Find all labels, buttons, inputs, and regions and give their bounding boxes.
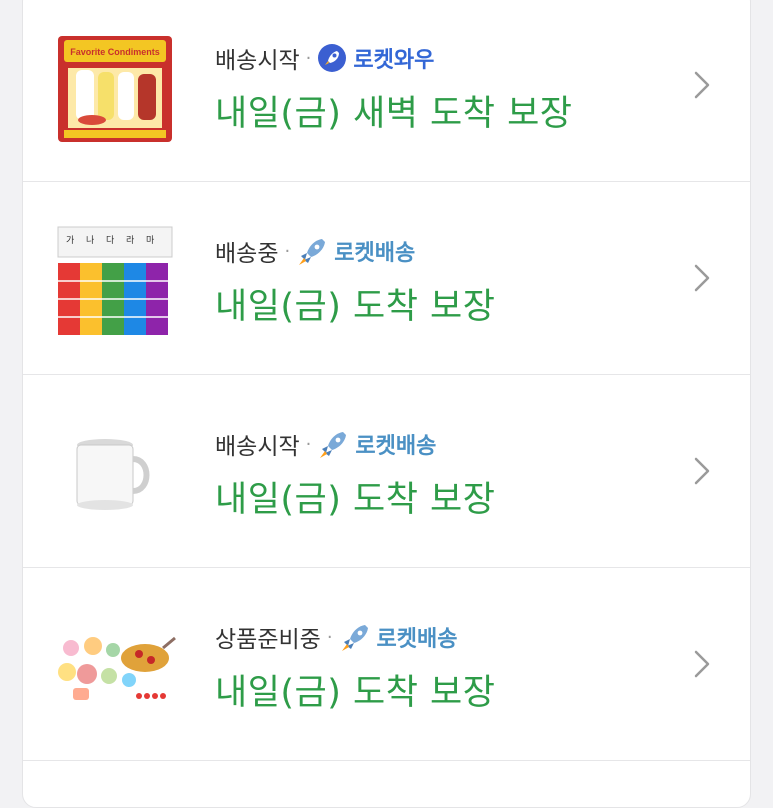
rocket-icon — [317, 429, 349, 459]
product-thumbnail[interactable]: 가나다라마 — [53, 220, 177, 344]
white-mug-image — [76, 439, 150, 510]
badge-label: 로켓배송 — [376, 627, 458, 652]
chevron-right-icon[interactable] — [690, 453, 714, 489]
delivery-eta: 내일(금) 도착 보장 — [215, 673, 496, 713]
delivery-status: 상품준비중 — [215, 627, 321, 653]
rocket-icon — [339, 622, 371, 652]
order-row[interactable]: 상품준비중 · 로켓배송 내일(금) 도착 보장 — [23, 568, 750, 761]
separator-dot: · — [305, 47, 312, 69]
chevron-right-icon[interactable] — [690, 260, 714, 296]
favorite-condiments-toy-image: Favorite Condiments — [58, 36, 172, 142]
rocket-circle-icon — [317, 43, 347, 73]
svg-text:마: 마 — [146, 235, 155, 245]
delivery-status: 배송시작 — [215, 48, 300, 74]
product-thumbnail[interactable] — [53, 413, 177, 537]
delivery-meta: 배송시작 · 로켓와우 — [215, 41, 434, 75]
rocket-icon — [296, 236, 328, 266]
delivery-meta: 배송중 · 로켓배송 — [215, 234, 415, 268]
delivery-eta: 내일(금) 도착 보장 — [215, 287, 496, 327]
separator-dot: · — [326, 626, 333, 648]
badge-label: 로켓와우 — [353, 48, 435, 73]
chevron-right-icon[interactable] — [690, 646, 714, 682]
delivery-eta: 내일(금) 도착 보장 — [215, 480, 496, 520]
order-list-card: Favorite Condiments 배송시작 · 로켓와우 내일(금) 새벽… — [22, 0, 751, 808]
delivery-status: 배송중 — [215, 241, 279, 267]
rocket-delivery-badge: 로켓배송 — [317, 428, 436, 460]
product-thumbnail[interactable] — [53, 606, 177, 730]
svg-text:Favorite Condiments: Favorite Condiments — [70, 47, 160, 57]
rocket-delivery-badge: 로켓배송 — [339, 621, 458, 653]
separator-dot: · — [284, 240, 291, 262]
delivery-meta: 배송시작 · 로켓배송 — [215, 427, 436, 461]
chevron-right-icon[interactable] — [690, 67, 714, 103]
rocket-wow-badge: 로켓와우 — [317, 42, 434, 74]
toy-food-set-image — [58, 636, 176, 700]
svg-text:다: 다 — [106, 235, 115, 245]
order-row[interactable]: 배송시작 · 로켓배송 내일(금) 도착 보장 — [23, 375, 750, 568]
badge-label: 로켓배송 — [334, 241, 416, 266]
order-row[interactable]: 가 나 다 라 마 배송중 · 로켓배송 내일(금) 도착 보장 — [23, 182, 750, 375]
product-thumbnail[interactable]: Favorite Condiments — [53, 27, 177, 151]
svg-text:나: 나 — [86, 235, 94, 245]
svg-text:라: 라 — [126, 235, 135, 245]
delivery-status: 배송시작 — [215, 434, 300, 460]
svg-text:가: 가 — [66, 235, 74, 245]
rocket-delivery-badge: 로켓배송 — [296, 235, 415, 267]
delivery-eta: 내일(금) 새벽 도착 보장 — [215, 94, 573, 134]
delivery-meta: 상품준비중 · 로켓배송 — [215, 620, 458, 654]
badge-label: 로켓배송 — [355, 434, 437, 459]
separator-dot: · — [305, 433, 312, 455]
korean-letter-blocks-image: 가나다라마 — [57, 226, 173, 335]
order-row[interactable]: Favorite Condiments 배송시작 · 로켓와우 내일(금) 새벽… — [23, 0, 750, 182]
